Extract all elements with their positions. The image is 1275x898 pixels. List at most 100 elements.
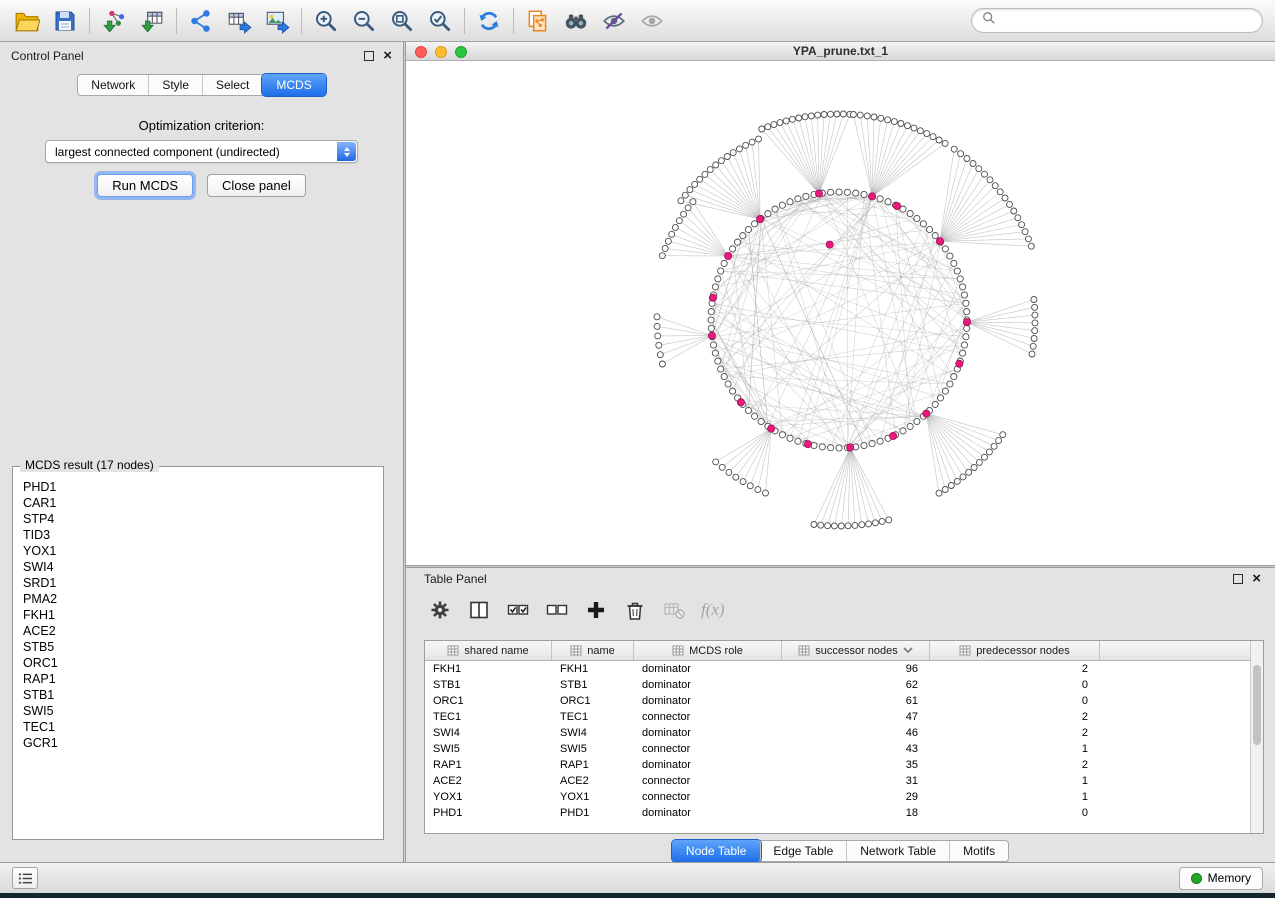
table-row[interactable]: SWI5 SWI5 connector 43 1 (425, 741, 1250, 757)
clone-network-icon[interactable] (519, 5, 557, 37)
deselect-all-icon[interactable] (545, 598, 569, 622)
mcds-node-item[interactable]: CAR1 (23, 495, 383, 511)
table-scrollbar[interactable] (1250, 641, 1263, 833)
search-input[interactable] (1002, 14, 1252, 28)
show-all-icon[interactable] (633, 5, 671, 37)
mcds-result-list[interactable]: PHD1 CAR1 STP4 TID3 YOX1 SWI4 SRD1 PMA2 … (13, 467, 383, 751)
export-image-icon[interactable] (258, 5, 296, 37)
minimize-window-icon[interactable] (435, 46, 447, 58)
zoom-out-icon[interactable] (345, 5, 383, 37)
table-row[interactable]: SWI4 SWI4 dominator 46 2 (425, 725, 1250, 741)
mcds-node-item[interactable]: GCR1 (23, 735, 383, 751)
optimization-criterion-select[interactable]: largest connected component (undirected) (45, 140, 358, 163)
tab-mcds[interactable]: MCDS (262, 74, 325, 96)
tab-style[interactable]: Style (149, 75, 203, 95)
cell-mcds-role: dominator (634, 679, 782, 691)
cell-mcds-role: dominator (634, 759, 782, 771)
mcds-node-item[interactable]: PMA2 (23, 591, 383, 607)
table-panel: Table Panel × (406, 568, 1275, 862)
column-header-successor-nodes[interactable]: successor nodes (782, 641, 930, 660)
close-icon[interactable]: × (383, 51, 392, 61)
mcds-node-item[interactable]: SWI4 (23, 559, 383, 575)
panel-menu-button[interactable] (12, 867, 38, 889)
mcds-node-item[interactable]: STB5 (23, 639, 383, 655)
select-all-icon[interactable] (506, 598, 530, 622)
export-table-icon[interactable] (220, 5, 258, 37)
export-network-icon[interactable] (182, 5, 220, 37)
table-settings-gear-icon[interactable] (428, 598, 452, 622)
zoom-selected-icon[interactable] (421, 5, 459, 37)
tab-motifs[interactable]: Motifs (950, 841, 1008, 861)
mcds-node-item[interactable]: PHD1 (23, 479, 383, 495)
zoom-fit-icon[interactable] (383, 5, 421, 37)
tab-edge-table[interactable]: Edge Table (760, 841, 847, 861)
close-window-icon[interactable] (415, 46, 427, 58)
cell-shared-name: SWI4 (425, 727, 552, 739)
column-grid-icon (447, 645, 459, 656)
maximize-window-icon[interactable] (455, 46, 467, 58)
cell-successor-nodes: 62 (782, 679, 930, 691)
mcds-node-item[interactable]: SRD1 (23, 575, 383, 591)
mcds-node-item[interactable]: TID3 (23, 527, 383, 543)
table-row[interactable]: YOX1 YOX1 connector 29 1 (425, 789, 1250, 805)
table-row[interactable]: RAP1 RAP1 dominator 35 2 (425, 757, 1250, 773)
cell-name: TEC1 (552, 711, 634, 723)
mcds-node-item[interactable]: ACE2 (23, 623, 383, 639)
mcds-node-item[interactable]: FKH1 (23, 607, 383, 623)
refresh-icon[interactable] (470, 5, 508, 37)
import-table-icon[interactable] (133, 5, 171, 37)
cell-successor-nodes: 31 (782, 775, 930, 787)
cell-name: SWI4 (552, 727, 634, 739)
tab-node-table[interactable]: Node Table (672, 840, 762, 862)
column-header-mcds-role[interactable]: MCDS role (634, 641, 782, 660)
table-row[interactable]: STB1 STB1 dominator 62 0 (425, 677, 1250, 693)
run-mcds-button[interactable]: Run MCDS (97, 174, 193, 197)
column-header-shared-name[interactable]: shared name (425, 641, 552, 660)
close-icon[interactable]: × (1252, 574, 1261, 584)
open-folder-icon[interactable] (8, 5, 46, 37)
delete-column-icon[interactable] (623, 598, 647, 622)
control-panel-title: Control Panel (11, 49, 84, 63)
mcds-node-item[interactable]: STB1 (23, 687, 383, 703)
zoom-in-icon[interactable] (307, 5, 345, 37)
column-header-name[interactable]: name (552, 641, 634, 660)
mcds-node-item[interactable]: TEC1 (23, 719, 383, 735)
tab-network-table[interactable]: Network Table (847, 841, 950, 861)
float-panel-icon[interactable] (364, 51, 374, 61)
mcds-node-item[interactable]: SWI5 (23, 703, 383, 719)
show-columns-icon[interactable] (467, 598, 491, 622)
table-row[interactable]: ORC1 ORC1 dominator 61 0 (425, 693, 1250, 709)
mcds-node-item[interactable]: YOX1 (23, 543, 383, 559)
cell-predecessor-nodes: 1 (930, 743, 1100, 755)
cell-successor-nodes: 46 (782, 727, 930, 739)
table-row[interactable]: FKH1 FKH1 dominator 96 2 (425, 661, 1250, 677)
search-box (971, 8, 1263, 33)
mcds-node-item[interactable]: ORC1 (23, 655, 383, 671)
float-panel-icon[interactable] (1233, 574, 1243, 584)
network-window-titlebar[interactable]: YPA_prune.txt_1 (406, 42, 1275, 61)
mcds-node-item[interactable]: STP4 (23, 511, 383, 527)
table-row[interactable]: TEC1 TEC1 connector 47 2 (425, 709, 1250, 725)
table-row[interactable]: PHD1 PHD1 dominator 18 0 (425, 805, 1250, 821)
network-canvas[interactable] (406, 61, 1275, 565)
cell-name: PHD1 (552, 807, 634, 819)
close-panel-button[interactable]: Close panel (207, 174, 306, 197)
mcds-node-item[interactable]: RAP1 (23, 671, 383, 687)
save-icon[interactable] (46, 5, 84, 37)
cell-mcds-role: dominator (634, 807, 782, 819)
search-network-icon[interactable] (557, 5, 595, 37)
memory-button[interactable]: Memory (1179, 867, 1263, 890)
tab-select[interactable]: Select (203, 75, 263, 95)
import-network-icon[interactable] (95, 5, 133, 37)
cell-predecessor-nodes: 2 (930, 727, 1100, 739)
memory-label: Memory (1208, 871, 1251, 885)
add-column-icon[interactable] (584, 598, 608, 622)
hide-selected-icon[interactable] (595, 5, 633, 37)
table-row[interactable]: ACE2 ACE2 connector 31 1 (425, 773, 1250, 789)
tab-network[interactable]: Network (78, 75, 149, 95)
chevron-down-icon (903, 647, 913, 654)
cell-mcds-role: dominator (634, 695, 782, 707)
cell-predecessor-nodes: 0 (930, 695, 1100, 707)
column-header-predecessor-nodes[interactable]: predecessor nodes (930, 641, 1100, 660)
scrollbar-thumb[interactable] (1253, 665, 1261, 745)
